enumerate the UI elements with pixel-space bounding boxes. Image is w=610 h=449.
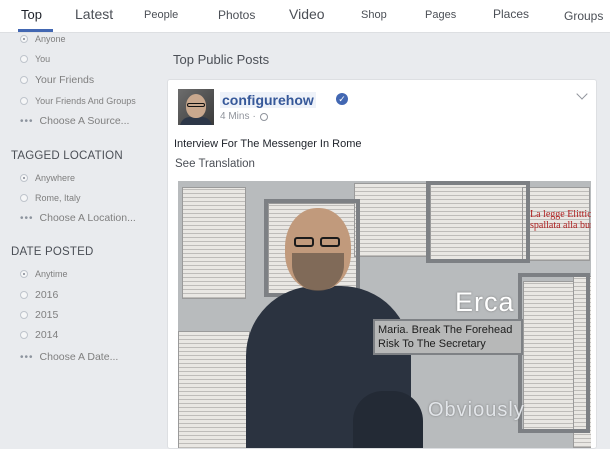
more-dots-icon: ••• — [20, 212, 34, 224]
filter-option-anyone[interactable]: Anyone — [20, 34, 66, 44]
choose-source-link[interactable]: ••• Choose A Source... — [20, 115, 129, 127]
search-filter-tabs: Top Latest People Photos Video Shop Page… — [0, 0, 610, 33]
filter-option-anytime[interactable]: Anytime — [20, 269, 68, 279]
filter-option-anywhere[interactable]: Anywhere — [20, 173, 75, 183]
see-translation-link[interactable]: See Translation — [175, 158, 255, 170]
filters-sidebar: Anyone You Your Friends Your Friends And… — [0, 32, 160, 444]
photo-overlay-text: Erca — [455, 287, 515, 317]
radio-icon[interactable] — [20, 291, 28, 299]
photo-newspaper-headline: La legge Elittica e le spallata alla bur… — [530, 209, 591, 231]
filter-option-label: 2016 — [35, 289, 59, 301]
tab-photos[interactable]: Photos — [218, 8, 255, 22]
filter-option-2014[interactable]: 2014 — [20, 329, 58, 341]
radio-icon[interactable] — [20, 194, 28, 202]
filter-option-label: 2015 — [35, 309, 59, 321]
post-meta: 4 Mins · — [220, 111, 268, 122]
post-photo[interactable]: La legge Elittica e le spallata alla bur… — [178, 181, 591, 448]
photo-caption-line-1: Maria. Break The Forehead — [378, 324, 513, 336]
tab-latest[interactable]: Latest — [75, 6, 113, 22]
filter-option-you[interactable]: You — [20, 54, 50, 64]
filter-option-friends-and-groups[interactable]: Your Friends And Groups — [20, 96, 136, 106]
chevron-down-icon[interactable] — [576, 88, 588, 100]
tab-pages[interactable]: Pages — [425, 9, 456, 21]
post-text: Interview For The Messenger In Rome — [174, 138, 362, 150]
more-dots-icon: ••• — [20, 115, 34, 127]
choose-location-label: Choose A Location... — [39, 212, 136, 224]
photo-caption-box: Maria. Break The Forehead Risk To The Se… — [373, 319, 523, 355]
filter-option-label: 2014 — [35, 329, 59, 341]
radio-icon[interactable] — [20, 97, 28, 105]
filter-option-label: Anyone — [35, 34, 66, 44]
choose-date-label: Choose A Date... — [39, 351, 119, 363]
avatar[interactable] — [178, 89, 214, 125]
page-title: Top Public Posts — [173, 52, 270, 67]
tab-video[interactable]: Video — [289, 6, 325, 22]
globe-icon — [259, 112, 268, 121]
photo-caption-line-2: Risk To The Secretary — [378, 338, 486, 350]
tab-people[interactable]: People — [144, 9, 178, 21]
post-timestamp[interactable]: 4 Mins — [220, 111, 249, 122]
choose-date-link[interactable]: ••• Choose A Date... — [20, 351, 118, 363]
choose-source-label: Choose A Source... — [39, 115, 130, 127]
filter-option-label: Your Friends And Groups — [35, 96, 136, 106]
tagged-location-title: TAGGED LOCATION — [11, 150, 123, 162]
radio-icon[interactable] — [20, 76, 28, 84]
verified-badge-icon: ✓ — [336, 93, 348, 105]
radio-selected-icon[interactable] — [20, 270, 28, 278]
filter-option-2016[interactable]: 2016 — [20, 289, 58, 301]
date-posted-title: DATE POSTED — [11, 246, 94, 258]
filter-option-label: Anywhere — [35, 173, 76, 183]
radio-icon[interactable] — [20, 55, 28, 63]
filter-option-rome-italy[interactable]: Rome, Italy — [20, 193, 81, 203]
post-card: configurehow ✓ 4 Mins · Interview For Th… — [167, 79, 597, 449]
radio-selected-icon[interactable] — [20, 174, 28, 182]
post-author-link[interactable]: configurehow — [220, 92, 316, 108]
filter-option-your-friends[interactable]: Your Friends — [20, 74, 94, 86]
tab-groups[interactable]: Groups — [564, 9, 603, 23]
more-dots-icon: ••• — [20, 351, 34, 363]
filter-option-label: You — [35, 54, 51, 64]
radio-icon[interactable] — [20, 331, 28, 339]
tab-places[interactable]: Places — [493, 7, 529, 21]
radio-selected-icon[interactable] — [20, 35, 28, 43]
radio-icon[interactable] — [20, 311, 28, 319]
photo-bottom-text: Obviously — [428, 399, 525, 421]
filter-option-label: Rome, Italy — [35, 193, 81, 203]
filter-option-label: Your Friends — [35, 74, 95, 86]
choose-location-link[interactable]: ••• Choose A Location... — [20, 212, 136, 224]
tab-top[interactable]: Top — [21, 7, 42, 22]
filter-option-2015[interactable]: 2015 — [20, 309, 58, 321]
tab-shop[interactable]: Shop — [361, 9, 387, 21]
filter-option-label: Anytime — [35, 269, 68, 279]
